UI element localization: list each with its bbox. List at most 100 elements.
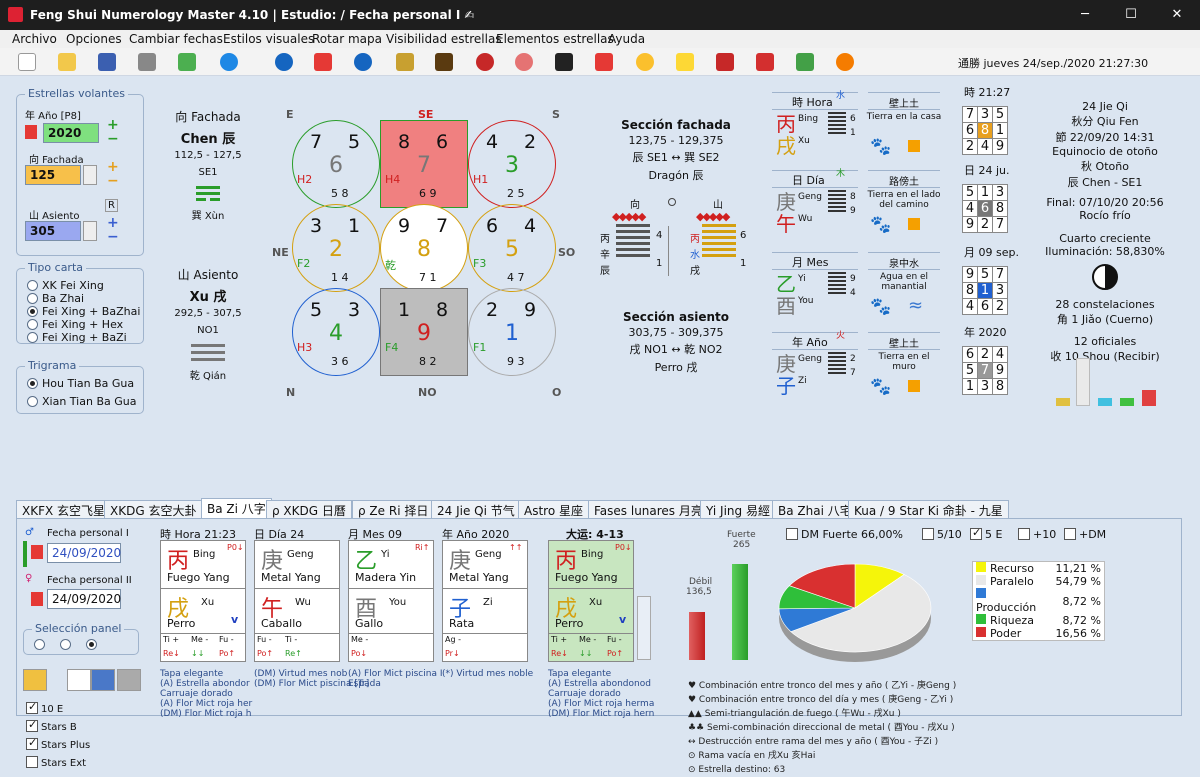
tab-yijing[interactable]: Yi Jing 易經: [700, 500, 776, 518]
legend-swatch: [976, 627, 986, 637]
close-button[interactable]: ✕: [1154, 0, 1200, 30]
bazi-pillar-3[interactable]: 乙 Yi Ri↑ Madera Yin 酉 You Gallo Me - Po↓: [348, 540, 434, 662]
menu-opciones[interactable]: Opciones: [66, 32, 122, 46]
maximize-button[interactable]: ☐: [1108, 0, 1154, 30]
asiento-spinner[interactable]: [83, 221, 97, 241]
magic-square-cell: 9: [962, 266, 978, 283]
calendar-icon[interactable]: [31, 545, 43, 559]
r-button[interactable]: R: [105, 199, 118, 212]
clipboard-icon[interactable]: [91, 669, 115, 691]
menu-rotar-mapa[interactable]: Rotar mapa: [312, 32, 382, 46]
panel-radio-3[interactable]: [86, 638, 101, 651]
check-stars-ext[interactable]: Stars Ext: [26, 756, 146, 769]
radio-ba-zhai[interactable]: Ba Zhai: [27, 292, 84, 305]
print-icon[interactable]: [138, 53, 156, 71]
menu-cambiar-fechas[interactable]: Cambiar fechas: [129, 32, 223, 46]
fachada-spinner[interactable]: [83, 165, 97, 185]
personal-date-2-input[interactable]: 24/09/2020: [47, 589, 121, 609]
globe-icon[interactable]: [220, 53, 238, 71]
branch-animal: Perro: [555, 617, 584, 630]
check-5e[interactable]: 5 E: [970, 526, 1002, 541]
wheel-icon[interactable]: [476, 53, 494, 71]
palace-7[interactable]: 5 3 4 H3 3 6: [292, 288, 380, 376]
bazi-pillar-1[interactable]: 丙 Bing P0↓ Fuego Yang 戌 Xu v Perro Ti + Me - Fu -R…: [160, 540, 246, 662]
radio-fei-xing-bazi[interactable]: Fei Xing + BaZi: [27, 331, 127, 344]
radio-fei-xing-hex[interactable]: Fei Xing + Hex: [27, 318, 123, 331]
save-icon[interactable]: [98, 53, 116, 71]
check-10e[interactable]: 10 E: [26, 700, 146, 715]
menu-elementos-estrellas[interactable]: Elementos estrellas: [496, 32, 614, 46]
sun-icon[interactable]: [676, 53, 694, 71]
palace-1[interactable]: 7 5 6 H2 5 8: [292, 120, 380, 208]
pillars-scrollbar[interactable]: [637, 596, 651, 660]
bazi-pillar-2[interactable]: 庚 Geng Metal Yang 午 Wu Caballo Fu - Ti - Po↑ Re↑: [254, 540, 340, 662]
buildings-icon[interactable]: [796, 53, 814, 71]
undo-icon[interactable]: [275, 53, 293, 71]
personal-date-1-input[interactable]: 24/09/2020: [47, 543, 121, 563]
hexagram-icon[interactable]: [555, 53, 573, 71]
radio-xian-tian[interactable]: Xian Tian Ba Gua: [27, 395, 136, 408]
menu-archivo[interactable]: Archivo: [12, 32, 57, 46]
palace-3[interactable]: 4 2 3 H1 2 5: [468, 120, 556, 208]
palace-2[interactable]: 8 6 7 H4 6 9: [380, 120, 468, 208]
tab-astro[interactable]: Astro 星座: [518, 500, 589, 518]
check-plus-dm[interactable]: +DM: [1064, 528, 1106, 541]
copy-icon[interactable]: [67, 669, 91, 691]
print-icon[interactable]: [117, 669, 141, 691]
check-plus-10[interactable]: +10: [1018, 528, 1056, 541]
menu-estilos-visuales[interactable]: Estilos visuales: [223, 32, 314, 46]
calendar-icon[interactable]: [595, 53, 613, 71]
panel-radio-2[interactable]: [60, 638, 75, 651]
bazi-pillar-4[interactable]: 庚 Geng ↑↑ Metal Yang 子 Zi Rata Ag - Pr↓: [442, 540, 528, 662]
redo-icon[interactable]: [354, 53, 372, 71]
temple-icon[interactable]: [716, 53, 734, 71]
new-file-icon[interactable]: [18, 53, 36, 71]
calendar-icon[interactable]: [25, 125, 37, 139]
tab-bazi[interactable]: Ba Zi 八字: [201, 498, 272, 518]
coin-icon[interactable]: [836, 53, 854, 71]
dm-strong-check[interactable]: DM Fuerte 66,00%: [786, 528, 903, 541]
palace-6[interactable]: 6 4 5 F3 4 7: [468, 204, 556, 292]
check-5-10[interactable]: 5/10: [922, 528, 962, 541]
asiento-input[interactable]: 305: [25, 221, 81, 241]
palace-9[interactable]: 2 9 1 F1 9 3: [468, 288, 556, 376]
radio-hou-tian[interactable]: Hou Tian Ba Gua: [27, 377, 134, 390]
moon-icon[interactable]: [636, 53, 654, 71]
facade-section: Sección fachada 123,75 - 129,375 辰 SE1 ↔…: [596, 118, 756, 183]
year-input[interactable]: 2020: [43, 123, 99, 143]
export-icon[interactable]: [178, 53, 196, 71]
compass-icon[interactable]: [396, 53, 414, 71]
luopan-icon[interactable]: [435, 53, 453, 71]
grid-icon[interactable]: [314, 53, 332, 71]
bazi-pillar-5[interactable]: 丙 Bing P0↓ Fuego Yang 戌 Xu v Perro Ti + Me - Fu -R…: [548, 540, 634, 662]
palette-icon[interactable]: [23, 669, 47, 691]
calendar-icon[interactable]: [31, 592, 43, 606]
magic-square-cell: 7: [992, 216, 1008, 233]
minimize-button[interactable]: ─: [1062, 0, 1108, 30]
tab-kua[interactable]: Kua / 9 Star Ki 命卦 - 九星: [848, 500, 1009, 518]
radio-xk-fei-xing[interactable]: XK Fei Xing: [27, 279, 104, 292]
tab-bazhai[interactable]: Ba Zhai 八宅: [772, 500, 858, 518]
year-minus-button[interactable]: −: [107, 131, 119, 147]
palace-4[interactable]: 3 1 2 F2 1 4: [292, 204, 380, 292]
palace-5[interactable]: 9 78 乾 7 1: [380, 204, 468, 292]
fachada-input[interactable]: 125: [25, 165, 81, 185]
check-stars-b[interactable]: Stars B: [26, 718, 146, 733]
tab-xkfx[interactable]: XKFX 玄空飞星: [16, 500, 112, 518]
open-folder-icon[interactable]: [58, 53, 76, 71]
asiento-minus-button[interactable]: −: [107, 229, 119, 245]
tab-ze-ri[interactable]: ρ Ze Ri 择日: [352, 500, 435, 518]
tab-xkdg-calendar[interactable]: ρ XKDG 日曆: [266, 500, 352, 518]
menu-ayuda[interactable]: Ayuda: [608, 32, 645, 46]
tab-moon-phases[interactable]: Fases lunares 月亮: [588, 500, 709, 518]
lantern-icon[interactable]: [756, 53, 774, 71]
check-stars-plus[interactable]: Stars Plus: [26, 736, 146, 751]
tab-xkdg[interactable]: XKDG 玄空大卦: [104, 500, 203, 518]
tab-jieqi[interactable]: 24 Jie Qi 节气: [431, 500, 521, 518]
target-icon[interactable]: [515, 53, 533, 71]
fachada-minus-button[interactable]: −: [107, 173, 119, 189]
radio-fei-xing-bazhai[interactable]: Fei Xing + BaZhai: [27, 305, 140, 318]
panel-radio-1[interactable]: [34, 638, 49, 651]
menu-visibilidad-estrellas[interactable]: Visibilidad estrellas: [386, 32, 502, 46]
palace-8[interactable]: 1 8 9 F4 8 2: [380, 288, 468, 376]
